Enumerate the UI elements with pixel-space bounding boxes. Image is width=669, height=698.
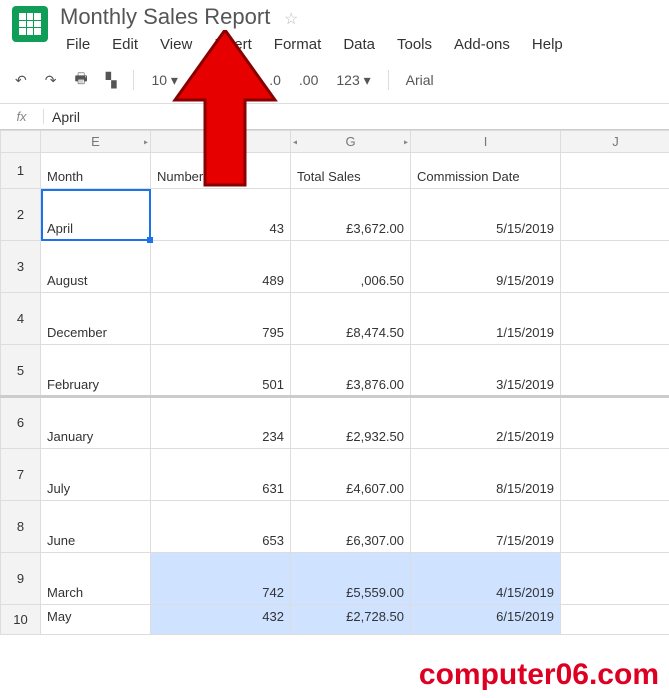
expand-left-icon[interactable]: ◂	[293, 137, 297, 146]
cell[interactable]: March	[41, 553, 151, 605]
font-select[interactable]: Arial	[401, 69, 439, 91]
cell[interactable]: 8/15/2019	[411, 449, 561, 501]
menu-insert[interactable]: Insert	[204, 32, 262, 57]
col-header-g[interactable]: G◂▸	[291, 131, 411, 153]
toolbar: ↶ ↷ 🖶 ▚ 10 ▾ $ % .0 .00 123 ▾ Arial	[0, 57, 669, 104]
cell[interactable]: £5,559.00	[291, 553, 411, 605]
cell[interactable]: May	[41, 605, 151, 635]
cell[interactable]: 795	[151, 293, 291, 345]
cell[interactable]: £6,307.00	[291, 501, 411, 553]
spreadsheet-grid: ▸E F G◂▸ I J 1 Month Number of Sa Total …	[0, 130, 669, 635]
cell[interactable]	[561, 153, 669, 189]
cell[interactable]: Month	[41, 153, 151, 189]
cell[interactable]: £2,728.50	[291, 605, 411, 635]
cell[interactable]: 432	[151, 605, 291, 635]
cell[interactable]: £2,932.50	[291, 397, 411, 449]
cell[interactable]: 9/15/2019	[411, 241, 561, 293]
percent-button[interactable]: %	[234, 69, 256, 91]
cell[interactable]: Commission Date	[411, 153, 561, 189]
cell[interactable]	[561, 397, 669, 449]
menu-view[interactable]: View	[150, 32, 202, 57]
cell[interactable]: 501	[151, 345, 291, 397]
col-header-e[interactable]: ▸E	[41, 131, 151, 153]
cell[interactable]: December	[41, 293, 151, 345]
cell[interactable]: June	[41, 501, 151, 553]
cell[interactable]: 3/15/2019	[411, 345, 561, 397]
menu-file[interactable]: File	[56, 32, 100, 57]
menu-data[interactable]: Data	[333, 32, 385, 57]
cell[interactable]: 2/15/2019	[411, 397, 561, 449]
cell[interactable]	[561, 605, 669, 635]
row-header[interactable]: 10	[1, 605, 41, 635]
expand-right-icon[interactable]: ▸	[144, 137, 148, 146]
row-header[interactable]: 7	[1, 449, 41, 501]
cell[interactable]	[561, 553, 669, 605]
menu-edit[interactable]: Edit	[102, 32, 148, 57]
cell[interactable]: £3,672.00	[291, 189, 411, 241]
cell[interactable]: Total Sales	[291, 153, 411, 189]
menu-help[interactable]: Help	[522, 32, 573, 57]
print-icon[interactable]: 🖶	[69, 65, 92, 95]
cell[interactable]: £4,607.00	[291, 449, 411, 501]
col-header-f[interactable]: F	[151, 131, 291, 153]
cell[interactable]: 7/15/2019	[411, 501, 561, 553]
cell[interactable]	[561, 449, 669, 501]
row-header[interactable]: 1	[1, 153, 41, 189]
document-title[interactable]: Monthly Sales Report	[56, 2, 274, 31]
cell[interactable]: £3,876.00	[291, 345, 411, 397]
cell[interactable]: £8,474.50	[291, 293, 411, 345]
row-header[interactable]: 8	[1, 501, 41, 553]
menu-bar: File Edit View Insert Format Data Tools …	[56, 32, 661, 57]
decrease-decimal-button[interactable]: .0	[264, 69, 286, 91]
increase-decimal-button[interactable]: .00	[294, 69, 323, 91]
row-header[interactable]: 2	[1, 189, 41, 241]
cell[interactable]	[561, 345, 669, 397]
fx-label: fx	[0, 109, 44, 124]
undo-icon[interactable]: ↶	[10, 69, 32, 92]
zoom-select[interactable]: 10 ▾	[146, 69, 183, 92]
cell[interactable]	[561, 501, 669, 553]
row-header[interactable]: 6	[1, 397, 41, 449]
paint-format-icon[interactable]: ▚	[101, 69, 122, 92]
cell[interactable]: 5/15/2019	[411, 189, 561, 241]
cell[interactable]: January	[41, 397, 151, 449]
cell[interactable]: 1/15/2019	[411, 293, 561, 345]
star-icon[interactable]: ☆	[284, 11, 298, 28]
cell[interactable]: 6/15/2019	[411, 605, 561, 635]
cell[interactable]: Number of Sa	[151, 153, 291, 189]
cell[interactable]: August	[41, 241, 151, 293]
cell[interactable]: July	[41, 449, 151, 501]
cell[interactable]: ,006.50	[291, 241, 411, 293]
cell[interactable]: 653	[151, 501, 291, 553]
sheets-logo[interactable]	[12, 6, 48, 42]
cell[interactable]: 4/15/2019	[411, 553, 561, 605]
cell[interactable]: 742	[151, 553, 291, 605]
col-header-j[interactable]: J	[561, 131, 669, 153]
row-header[interactable]: 5	[1, 345, 41, 397]
select-all-corner[interactable]	[1, 131, 41, 153]
cell[interactable]	[561, 241, 669, 293]
formula-input[interactable]: April	[44, 109, 669, 125]
row-header[interactable]: 9	[1, 553, 41, 605]
more-formats-button[interactable]: 123 ▾	[331, 69, 375, 92]
row-header[interactable]: 4	[1, 293, 41, 345]
freeze-line[interactable]	[0, 395, 669, 398]
menu-tools[interactable]: Tools	[387, 32, 442, 57]
col-header-i[interactable]: I	[411, 131, 561, 153]
currency-button[interactable]: $	[208, 69, 226, 91]
redo-icon[interactable]: ↷	[40, 69, 62, 92]
cell[interactable]: 43	[151, 189, 291, 241]
expand-right-icon[interactable]: ▸	[404, 137, 408, 146]
cell[interactable]: 234	[151, 397, 291, 449]
cell[interactable]	[561, 293, 669, 345]
menu-format[interactable]: Format	[264, 32, 332, 57]
cell[interactable]: February	[41, 345, 151, 397]
cell[interactable]: 631	[151, 449, 291, 501]
cell[interactable]: 489	[151, 241, 291, 293]
cell[interactable]	[561, 189, 669, 241]
menu-addons[interactable]: Add-ons	[444, 32, 520, 57]
watermark: computer06.com	[419, 658, 659, 692]
cell-selected[interactable]: April	[41, 189, 151, 241]
row-header[interactable]: 3	[1, 241, 41, 293]
